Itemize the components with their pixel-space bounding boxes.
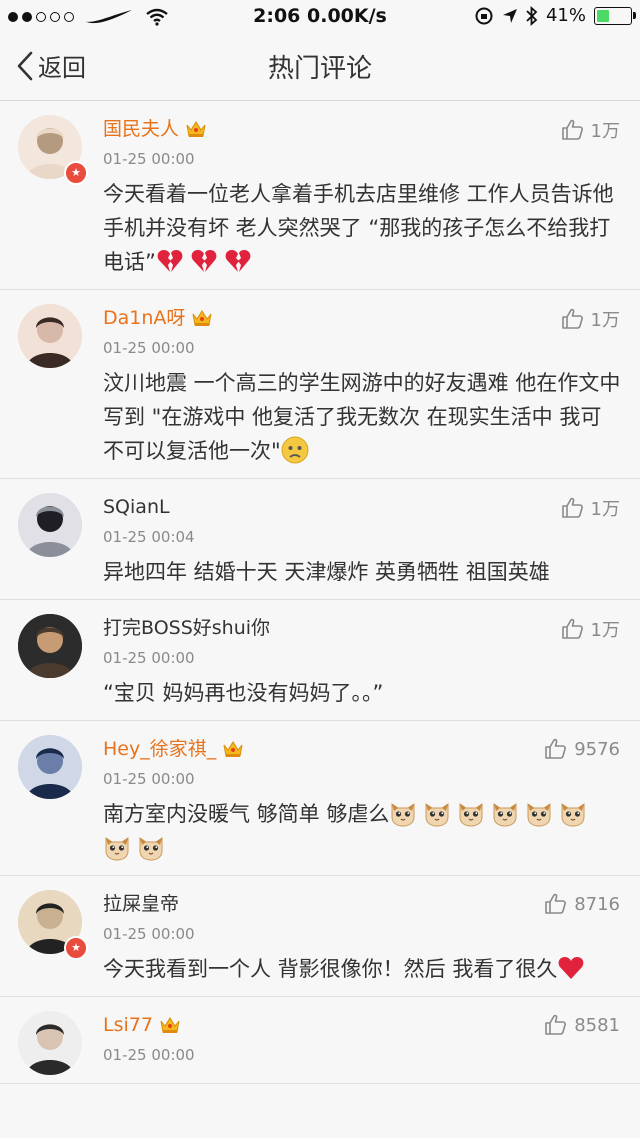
like-count: 9576 [574,738,620,760]
comment-text [103,1073,622,1083]
like-count: 1万 [590,620,620,641]
clock-text: 2:06 [253,5,301,27]
comment-time: 01-25 00:00 [103,1046,195,1064]
like-count: 1万 [590,499,620,520]
username[interactable]: 拉屎皇帝 [103,890,179,918]
broken-heart-icon [191,250,217,272]
crown-icon [223,741,243,757]
crown-icon [186,121,206,137]
comment-item[interactable]: Lsi77 01-25 00:00 8581 [0,997,640,1084]
verified-badge-icon: ★ [64,936,88,960]
sad-face-icon [281,436,309,464]
like-count: 1万 [590,310,620,331]
comment-time: 01-25 00:00 [103,925,195,943]
thumbs-up-icon [545,1014,567,1035]
cat-face-icon [139,837,163,861]
thumbs-up-icon [561,308,583,329]
like-count: 1万 [590,121,620,142]
like-button[interactable]: 1万 [561,117,620,143]
broken-heart-icon [225,250,251,272]
comment-item[interactable]: ★ 拉屎皇帝 01-25 00:00 今天我看到一个人 背影很像你！然后 我看了很久 8… [0,876,640,997]
like-button[interactable]: 8581 [544,1013,620,1037]
comment-time: 01-25 00:04 [103,528,195,546]
avatar[interactable] [18,614,82,678]
comment-item[interactable]: 打完BOSS好shui你 01-25 00:00 “宝贝 妈妈再也没有妈妈了。。” 1… [0,600,640,721]
thumbs-up-icon [561,497,583,518]
thumbs-up-icon [561,119,583,140]
comment-text: 异地四年 结婚十天 天津爆炸 英勇牺牲 祖国英雄 [103,560,550,584]
page-title: 热门评论 [267,54,372,84]
comment-text: 今天看着一位老人拿着手机去店里维修 工作人员告诉他手机并没有坏 老人突然哭了 “… [103,182,614,274]
comment-item[interactable]: ★ 国民夫人 01-25 00:00 今天看着一位老人拿着手机去店里维修 工作人员告诉… [0,101,640,290]
rotation-lock-icon [475,7,493,24]
crown-icon [192,310,212,326]
avatar[interactable] [18,304,82,368]
thumbs-up-icon [561,618,583,639]
nav-bar: 返回 热门评论 [0,34,640,101]
username[interactable]: 国民夫人 [103,115,179,143]
battery-icon [594,6,636,25]
comment-item[interactable]: Da1nA呀 01-25 00:00 汶川地震 一个高三的学生网游中的好友遇难 他在… [0,290,640,479]
crown-icon [160,1017,180,1033]
bluetooth-icon [526,5,538,26]
username[interactable]: 打完BOSS好shui你 [103,614,270,642]
like-count: 8716 [574,893,620,915]
status-bar: 2:06 0.00K/s 41% [0,0,640,34]
network-speed: 0.00K/s [307,5,387,27]
avatar[interactable] [18,1011,82,1075]
comment-text: 今天我看到一个人 背影很像你！然后 我看了很久 [103,952,622,996]
comment-time: 01-25 00:00 [103,649,195,667]
comment-time: 01-25 00:00 [103,339,195,357]
comment-text: 汶川地震 一个高三的学生网游中的好友遇难 他在作文中写到 "在游戏中 他复活了我… [103,371,621,464]
cat-face-icon [425,803,449,827]
broken-heart-icon [157,250,183,272]
like-button[interactable]: 1万 [561,495,620,521]
thumbs-up-icon [545,893,567,914]
comment-time: 01-25 00:00 [103,770,195,788]
avatar[interactable] [18,493,82,557]
location-arrow-icon [502,8,517,23]
comment-list: ★ 国民夫人 01-25 00:00 今天看着一位老人拿着手机去店里维修 工作人员告诉… [0,101,640,1084]
username[interactable]: Lsi77 [103,1011,153,1039]
comment-item[interactable]: SQianL 01-25 00:04 异地四年 结婚十天 天津爆炸 英勇牺牲 祖国英… [0,479,640,600]
avatar[interactable] [18,735,82,799]
comment-time: 01-25 00:00 [103,150,195,168]
like-button[interactable]: 1万 [561,306,620,332]
like-button[interactable]: 8716 [544,892,620,916]
comment-item[interactable]: Hey_徐家祺_ 01-25 00:00 南方室内没暖气 够简单 够虐么 9576 [0,721,640,876]
cat-face-icon [391,803,415,827]
like-button[interactable]: 9576 [544,737,620,761]
username[interactable]: Hey_徐家祺_ [103,735,216,763]
cat-face-icon [459,803,483,827]
cat-face-icon [561,803,585,827]
cat-face-icon [493,803,517,827]
battery-percent: 41% [545,5,586,26]
username[interactable]: SQianL [103,493,170,521]
verified-badge-icon: ★ [64,161,88,185]
cat-face-icon [527,803,551,827]
comment-text: 南方室内没暖气 够简单 够虐么 [103,797,622,875]
thumbs-up-icon [545,738,567,759]
cat-face-icon [105,837,129,861]
like-count: 8581 [574,1014,620,1036]
comment-text: “宝贝 妈妈再也没有妈妈了。。” [103,681,384,705]
like-button[interactable]: 1万 [561,616,620,642]
red-heart-icon [558,957,584,979]
username[interactable]: Da1nA呀 [103,304,185,332]
